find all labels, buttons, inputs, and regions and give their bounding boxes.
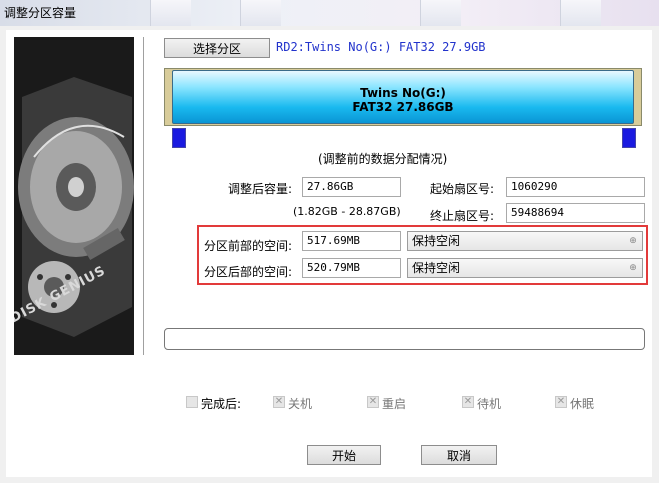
divider (143, 37, 144, 355)
start-button[interactable]: 开始 (307, 445, 381, 465)
titlebar-decoration (150, 0, 191, 26)
progress-bar (164, 328, 645, 350)
select-partition-button[interactable]: 选择分区 (164, 38, 270, 58)
titlebar-decoration (560, 0, 601, 26)
hibernate-label: 休眠 (570, 397, 595, 411)
partition-block: Twins No(G:) FAT32 27.86GB (172, 70, 634, 124)
end-drag-handle[interactable] (622, 128, 636, 148)
end-sector-label: 终止扇区号: (430, 209, 495, 223)
standby-label: 待机 (477, 397, 502, 411)
start-sector-field[interactable]: 1060290 (506, 177, 645, 197)
start-sector-label: 起始扇区号: (430, 182, 495, 196)
resize-track (170, 128, 640, 148)
after-completion-checkbox[interactable] (186, 396, 198, 408)
titlebar-decoration (420, 0, 461, 26)
space-before-option: 保持空闲 (412, 234, 461, 248)
space-before-label: 分区前部的空间: (204, 239, 293, 253)
space-after-select[interactable]: 保持空闲 ⊕ (407, 258, 643, 278)
end-sector-field[interactable]: 59488694 (506, 203, 645, 223)
partition-name: Twins No(G:) (360, 86, 446, 100)
disk-info: RD2:Twins No(G:) FAT32 27.9GB (276, 40, 486, 54)
space-after-field[interactable]: 520.79MB (302, 258, 401, 278)
restart-label: 重启 (382, 397, 407, 411)
window-title: 调整分区容量 (4, 6, 77, 20)
space-before-field[interactable]: 517.69MB (302, 231, 401, 251)
standby-checkbox[interactable]: ✕ (462, 396, 474, 408)
dropdown-arrow-icon: ⊕ (629, 263, 637, 273)
bar-caption: (调整前的数据分配情况) (318, 152, 448, 166)
shutdown-label: 关机 (288, 397, 313, 411)
space-after-option: 保持空闲 (412, 261, 461, 275)
titlebar-decoration (240, 0, 281, 26)
new-size-label: 调整后容量: (228, 182, 293, 196)
dropdown-arrow-icon: ⊕ (629, 236, 637, 246)
start-drag-handle[interactable] (172, 128, 186, 148)
disk-artwork: DISK GENIUS (14, 37, 134, 355)
space-after-label: 分区后部的空间: (204, 265, 293, 279)
title-bar: 调整分区容量 (0, 0, 659, 26)
shutdown-checkbox[interactable]: ✕ (273, 396, 285, 408)
size-range: (1.82GB - 28.87GB) (293, 205, 401, 218)
hibernate-checkbox[interactable]: ✕ (555, 396, 567, 408)
after-completion-label: 完成后: (201, 397, 242, 411)
new-size-field[interactable]: 27.86GB (302, 177, 401, 197)
space-before-select[interactable]: 保持空闲 ⊕ (407, 231, 643, 251)
restart-checkbox[interactable]: ✕ (367, 396, 379, 408)
cancel-button[interactable]: 取消 (421, 445, 497, 465)
partition-detail: FAT32 27.86GB (352, 100, 454, 114)
